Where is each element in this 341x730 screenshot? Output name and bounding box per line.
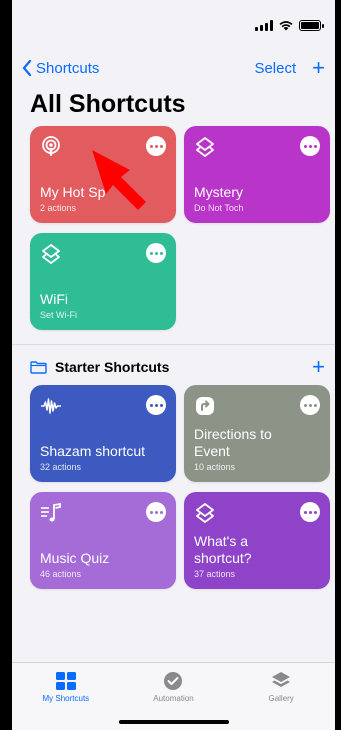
select-button[interactable]: Select bbox=[254, 60, 296, 77]
tab-label: My Shortcuts bbox=[42, 694, 90, 703]
more-options-button[interactable] bbox=[146, 243, 166, 263]
grid-icon bbox=[55, 672, 76, 690]
shortcut-card-whats-a-shortcut[interactable]: What's a shortcut? 37 actions bbox=[184, 492, 330, 589]
more-options-button[interactable] bbox=[300, 136, 320, 156]
device-frame-left bbox=[0, 0, 12, 730]
shortcut-name-line-1: Directions to bbox=[194, 426, 272, 442]
shortcut-name-line-2: shortcut? bbox=[194, 550, 252, 566]
section-divider bbox=[12, 344, 335, 345]
layers-icon bbox=[42, 244, 60, 264]
music-list-icon bbox=[41, 502, 61, 522]
shortcut-subtitle: 32 actions bbox=[40, 462, 82, 472]
add-folder-shortcut-button[interactable]: + bbox=[312, 354, 325, 380]
layers-icon bbox=[196, 503, 214, 523]
starter-shortcuts-header: Starter Shortcuts + bbox=[30, 354, 325, 380]
shortcut-card-directions[interactable]: Directions to Event 10 actions bbox=[184, 385, 330, 482]
add-shortcut-button[interactable]: + bbox=[312, 57, 325, 79]
stack-icon bbox=[272, 672, 291, 687]
waveform-icon bbox=[41, 398, 61, 414]
shortcut-name: Mystery bbox=[194, 184, 243, 200]
phone-screen: Shortcuts Select + All Shortcuts My Hot … bbox=[12, 0, 335, 730]
chevron-left-icon bbox=[22, 60, 32, 76]
shortcut-name: WiFi bbox=[40, 291, 68, 307]
more-options-button[interactable] bbox=[146, 502, 166, 522]
direction-icon bbox=[196, 397, 214, 415]
pointer-arrow-icon bbox=[92, 150, 146, 210]
wifi-icon bbox=[279, 21, 293, 31]
more-options-button[interactable] bbox=[300, 502, 320, 522]
tab-label: Automation bbox=[153, 694, 194, 703]
navigation-bar: Shortcuts Select + bbox=[12, 56, 335, 80]
battery-icon bbox=[299, 19, 324, 31]
shortcut-subtitle: 10 actions bbox=[194, 462, 236, 472]
shortcut-subtitle: Do Not Toch bbox=[194, 203, 244, 213]
shortcut-subtitle: 37 actions bbox=[194, 569, 236, 579]
shortcut-name: Shazam shortcut bbox=[40, 443, 146, 459]
shortcut-subtitle: Set Wi-Fi bbox=[40, 310, 77, 320]
tab-my-shortcuts[interactable]: My Shortcuts bbox=[26, 671, 106, 730]
shortcut-subtitle: 2 actions bbox=[40, 203, 77, 213]
check-circle-icon bbox=[164, 672, 183, 690]
device-frame-right bbox=[335, 0, 341, 730]
podcast-icon bbox=[42, 136, 60, 156]
folder-icon bbox=[30, 360, 47, 374]
layers-icon bbox=[196, 137, 214, 157]
tab-bar: My Shortcuts Automation Gallery bbox=[12, 662, 335, 730]
more-options-button[interactable] bbox=[146, 395, 166, 415]
shortcut-name-line-2: Event bbox=[194, 443, 230, 459]
shortcut-card-wifi[interactable]: WiFi Set Wi-Fi bbox=[30, 233, 176, 330]
cellular-signal-icon bbox=[255, 19, 273, 31]
shortcut-name: Music Quiz bbox=[40, 550, 110, 566]
back-label: Shortcuts bbox=[36, 59, 100, 77]
shortcut-subtitle: 46 actions bbox=[40, 569, 82, 579]
page-title: All Shortcuts bbox=[30, 90, 186, 118]
back-button[interactable]: Shortcuts bbox=[22, 60, 99, 77]
shortcut-card-mystery[interactable]: Mystery Do Not Toch bbox=[184, 126, 330, 223]
shortcut-card-shazam[interactable]: Shazam shortcut 32 actions bbox=[30, 385, 176, 482]
section-title: Starter Shortcuts bbox=[55, 359, 170, 375]
status-bar bbox=[12, 0, 335, 50]
shortcut-card-music-quiz[interactable]: Music Quiz 46 actions bbox=[30, 492, 176, 589]
shortcut-name-line-1: What's a bbox=[194, 533, 249, 549]
tab-label: Gallery bbox=[268, 694, 294, 703]
more-options-button[interactable] bbox=[300, 395, 320, 415]
home-indicator[interactable] bbox=[118, 720, 229, 724]
tab-gallery[interactable]: Gallery bbox=[241, 671, 321, 730]
